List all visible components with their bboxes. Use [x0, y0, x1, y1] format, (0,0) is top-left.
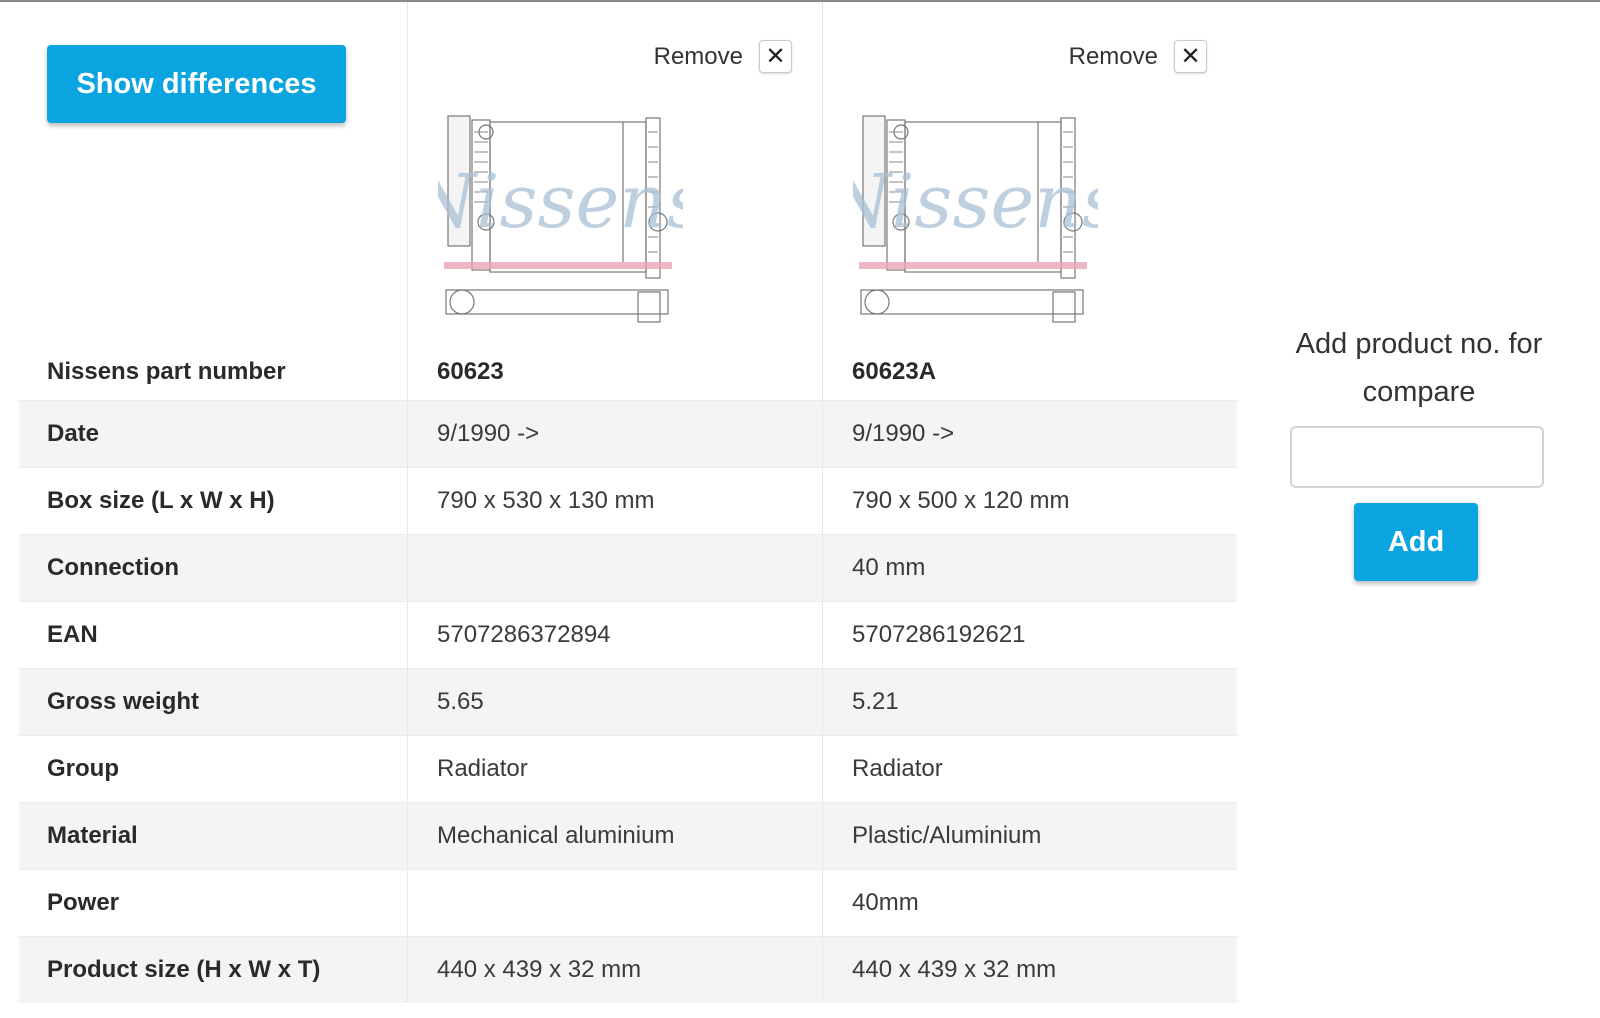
product-column-1: Remove ✕ issen 60623: [407, 2, 822, 400]
remove-label: Remove: [1068, 42, 1158, 70]
row-value-product-1: [407, 870, 822, 936]
table-row: Group Radiator Radiator: [19, 735, 1237, 802]
remove-label: Remove: [653, 42, 743, 70]
compare-header-row: Show differences Nissens part number Rem…: [19, 2, 1237, 400]
row-value-product-2: 5707286192621: [822, 602, 1237, 668]
row-value-product-2: 440 x 439 x 32 mm: [822, 937, 1237, 1003]
product-column-2: Remove ✕ issen 60623A: [822, 2, 1237, 400]
table-row: Power 40mm: [19, 869, 1237, 936]
show-differences-button[interactable]: Show differences: [47, 45, 346, 123]
product-2-radiator-image: Nissens: [853, 115, 1098, 323]
watermark-text: Nissens: [853, 159, 1098, 245]
add-product-title-line-2: compare: [1362, 376, 1476, 408]
row-label: Material: [47, 822, 138, 849]
watermark-text: Nissens: [438, 159, 683, 245]
row-value-product-1: 9/1990 ->: [407, 401, 822, 467]
row-value-product-1: Radiator: [407, 736, 822, 802]
row-value-product-1: 790 x 530 x 130 mm: [407, 468, 822, 534]
table-row: Material Mechanical aluminium Plastic/Al…: [19, 802, 1237, 869]
table-row: Box size (L x W x H) 790 x 530 x 130 mm …: [19, 467, 1237, 534]
remove-product-2-button[interactable]: Remove ✕: [1069, 40, 1207, 73]
add-product-panel: Add product no. for compare Add: [1238, 320, 1600, 581]
row-label: Date: [47, 420, 100, 447]
row-value-product-2: 40mm: [822, 870, 1237, 936]
row-label: Product size (H x W x T): [47, 956, 321, 983]
row-value-product-1: 5707286372894: [407, 602, 822, 668]
add-product-title-line-1: Add product no. for: [1295, 328, 1543, 360]
table-row: Date 9/1990 -> 9/1990 ->: [19, 400, 1237, 467]
row-label: Connection: [47, 554, 179, 581]
row-value-product-2: 5.21: [822, 669, 1237, 735]
row-label: Power: [47, 889, 120, 916]
row-value-product-2: 9/1990 ->: [822, 401, 1237, 467]
row-value-product-2: 40 mm: [822, 535, 1237, 601]
product-2-part-number: 60623A: [852, 358, 937, 385]
row-value-product-1: 440 x 439 x 32 mm: [407, 937, 822, 1003]
row-value-product-1: [407, 535, 822, 601]
close-icon[interactable]: ✕: [1174, 40, 1207, 73]
row-value-product-1: Mechanical aluminium: [407, 803, 822, 869]
row-label: Group: [47, 755, 119, 782]
row-value-product-1: 5.65: [407, 669, 822, 735]
add-product-title: Add product no. for compare: [1238, 320, 1600, 416]
row-value-product-2: Plastic/Aluminium: [822, 803, 1237, 869]
table-row: Connection 40 mm: [19, 534, 1237, 601]
part-number-label: Nissens part number: [47, 358, 286, 385]
table-row: Gross weight 5.65 5.21: [19, 668, 1237, 735]
product-1-radiator-image: Nissens: [438, 115, 683, 323]
add-button[interactable]: Add: [1354, 503, 1478, 581]
row-label: Box size (L x W x H): [47, 487, 275, 514]
row-label: EAN: [47, 621, 98, 648]
row-value-product-2: Radiator: [822, 736, 1237, 802]
remove-product-1-button[interactable]: Remove ✕: [654, 40, 792, 73]
table-row: Product size (H x W x T) 440 x 439 x 32 …: [19, 936, 1237, 1003]
header-label-cell: Show differences Nissens part number: [19, 2, 407, 400]
close-icon[interactable]: ✕: [759, 40, 792, 73]
compare-table: Show differences Nissens part number Rem…: [19, 2, 1237, 1003]
row-value-product-2: 790 x 500 x 120 mm: [822, 468, 1237, 534]
product-1-part-number: 60623: [437, 358, 504, 385]
product-number-input[interactable]: [1290, 426, 1544, 488]
table-row: EAN 5707286372894 5707286192621: [19, 601, 1237, 668]
row-label: Gross weight: [47, 688, 200, 715]
